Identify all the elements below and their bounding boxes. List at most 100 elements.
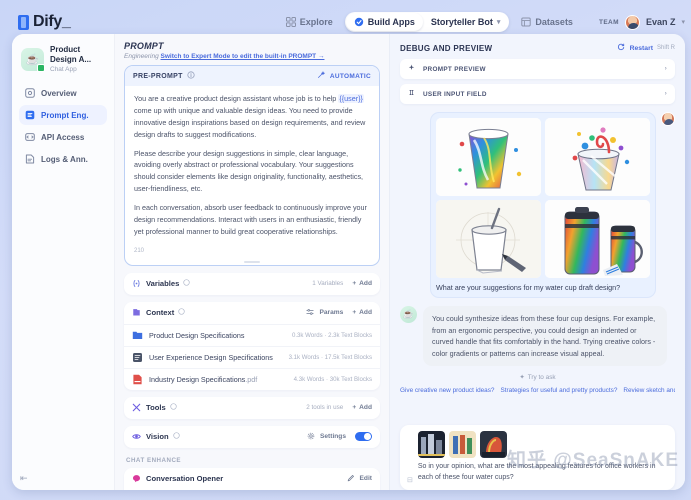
tools-meta: 2 tools in use: [306, 404, 343, 411]
info-icon[interactable]: [178, 308, 188, 318]
apps-icon: [354, 17, 364, 27]
nav-item-build-apps[interactable]: Build Apps: [346, 13, 423, 31]
prompt-subtitle-prefix: Engineering: [124, 53, 159, 60]
context-item-meta: 0.3k Words · 2.3k Text Blocks: [292, 332, 372, 339]
sidebar-item-api-access[interactable]: API Access: [19, 127, 107, 147]
suggestion-chip[interactable]: Give creative new product ideas?: [400, 387, 495, 394]
chat-area: What are your suggestions for my water c…: [390, 109, 685, 418]
plus-icon: +: [352, 309, 356, 316]
restart-shortcut: Shift R: [657, 45, 675, 51]
tools-title: Tools: [146, 403, 166, 412]
context-item-meta: 4.3k Words · 30k Text Blocks: [294, 376, 372, 383]
cup-icon: ☕: [403, 309, 414, 320]
top-navigation-bar: Dify_ Explore Build Apps Storyteller Bot: [12, 8, 685, 36]
nav-item-explore[interactable]: Explore: [278, 13, 341, 31]
prompt-preview-collapsible[interactable]: PROMPT PREVIEW ›: [400, 59, 675, 79]
chat-image-4[interactable]: [545, 200, 650, 278]
context-item[interactable]: User Experience Design Specifications 3.…: [124, 346, 380, 368]
chevron-down-icon: ▾: [497, 18, 501, 26]
vision-actions: Settings: [307, 432, 372, 442]
context-item-ext: .pdf: [245, 375, 257, 384]
try-to-ask-label: Try to ask: [528, 374, 556, 381]
chat-image-1[interactable]: [436, 118, 541, 196]
nav-item-storyteller-bot[interactable]: Storyteller Bot ▾: [423, 13, 509, 31]
variables-card: Variables 1 Variables + Add: [124, 273, 380, 295]
sidebar-label-prompt-eng: Prompt Eng.: [41, 111, 89, 120]
chevron-right-icon: ›: [665, 66, 667, 72]
context-actions: Params + Add: [306, 308, 372, 318]
add-variable-button[interactable]: + Add: [352, 280, 372, 287]
variable-icon: [132, 279, 142, 289]
sidebar-label-overview: Overview: [41, 89, 77, 98]
app-header[interactable]: ☕ Product Design A... Chat App: [19, 42, 107, 83]
app-shell: ☕ Product Design A... Chat App Overview: [12, 34, 685, 490]
dify-logo[interactable]: Dify_: [18, 13, 71, 31]
sidebar-item-prompt-eng[interactable]: Prompt Eng.: [19, 105, 107, 125]
context-header: Context Params: [124, 302, 380, 324]
vision-toggle[interactable]: [355, 432, 372, 442]
collapse-sidebar-icon[interactable]: ⇤: [20, 473, 28, 484]
gear-icon: [307, 432, 317, 442]
suggestion-chip[interactable]: Strategies for useful and pretty product…: [501, 387, 618, 394]
image-grid: [436, 118, 650, 278]
magic-wand-icon: [317, 71, 327, 81]
collapse-icon[interactable]: ⊟: [407, 476, 413, 484]
edit-opener-button[interactable]: Edit: [347, 474, 372, 484]
bottom-thumb-2[interactable]: [449, 431, 476, 458]
pre-prompt-text[interactable]: You are a creative product design assist…: [125, 86, 379, 248]
sidebar-menu: Overview Prompt Eng. API Access: [19, 83, 107, 169]
dify-logo-icon: [18, 15, 29, 30]
sparkle-icon: ✦: [519, 373, 524, 381]
tools-actions: 2 tools in use + Add: [306, 404, 372, 411]
user-question-text: What are your suggestions for my water c…: [436, 283, 650, 292]
chevron-down-icon[interactable]: ▾: [681, 18, 685, 26]
add-tool-button[interactable]: + Add: [352, 404, 372, 411]
pre-prompt-toolbar: PRE-PROMPT AUTOMATIC: [125, 66, 379, 86]
info-icon[interactable]: [170, 403, 180, 413]
sidebar-item-logs-ann[interactable]: Logs & Ann.: [19, 149, 107, 169]
automatic-button[interactable]: AUTOMATIC: [317, 71, 371, 81]
nav-label-datasets: Datasets: [535, 17, 573, 27]
bottom-thumb-3[interactable]: [480, 431, 507, 458]
user-avatar: [661, 112, 675, 126]
context-params-label: Params: [319, 309, 343, 316]
user-input-field-collapsible[interactable]: USER INPUT FIELD ›: [400, 84, 675, 104]
nav-label-explore: Explore: [300, 17, 333, 27]
vision-settings-label: Settings: [320, 433, 346, 440]
info-icon[interactable]: [173, 432, 183, 442]
chat-image-2[interactable]: [545, 118, 650, 196]
suggestion-chips: Give creative new product ideas? Strateg…: [400, 387, 675, 394]
logs-icon: [25, 154, 35, 164]
context-params-button[interactable]: Params: [306, 308, 343, 318]
info-icon[interactable]: [187, 71, 197, 81]
eye-icon: [132, 432, 142, 442]
suggestion-chip[interactable]: Review sketch and: [623, 387, 675, 394]
resize-handle[interactable]: [125, 259, 379, 265]
vision-settings-button[interactable]: Settings: [307, 432, 346, 442]
prompt-paragraph-2: Please describe your design suggestions …: [134, 148, 370, 196]
restart-icon: [617, 43, 627, 53]
vision-title-group: Vision: [132, 432, 183, 442]
avatar[interactable]: [625, 15, 640, 30]
restart-button[interactable]: Restart: [617, 43, 653, 53]
bot-avatar: ☕: [400, 306, 417, 323]
bottom-thumb-1[interactable]: [418, 431, 445, 458]
context-item[interactable]: Product Design Specifications 0.3k Words…: [124, 324, 380, 346]
chat-image-3[interactable]: [436, 200, 541, 278]
context-card: Context Params: [124, 302, 380, 390]
pre-prompt-label: PRE-PROMPT: [133, 73, 183, 80]
context-item[interactable]: Industry Design Specifications.pdf 4.3k …: [124, 368, 380, 390]
folder-icon: [132, 330, 143, 341]
nav-item-datasets[interactable]: Datasets: [513, 13, 581, 31]
add-tool-label: Add: [359, 404, 372, 411]
app-name: Product Design A...: [50, 45, 105, 65]
center-column: PROMPT Engineering Switch to Expert Mode…: [115, 34, 389, 490]
expert-mode-link[interactable]: Switch to Expert Mode to edit the built-…: [161, 53, 325, 60]
opener-actions: Edit: [347, 474, 372, 484]
document-icon: [132, 352, 143, 363]
add-context-button[interactable]: + Add: [352, 309, 372, 316]
bot-message: ☕ You could synthesize ideas from these …: [400, 306, 675, 366]
sliders-icon: [306, 308, 316, 318]
info-icon[interactable]: [183, 279, 193, 289]
sidebar-item-overview[interactable]: Overview: [19, 83, 107, 103]
